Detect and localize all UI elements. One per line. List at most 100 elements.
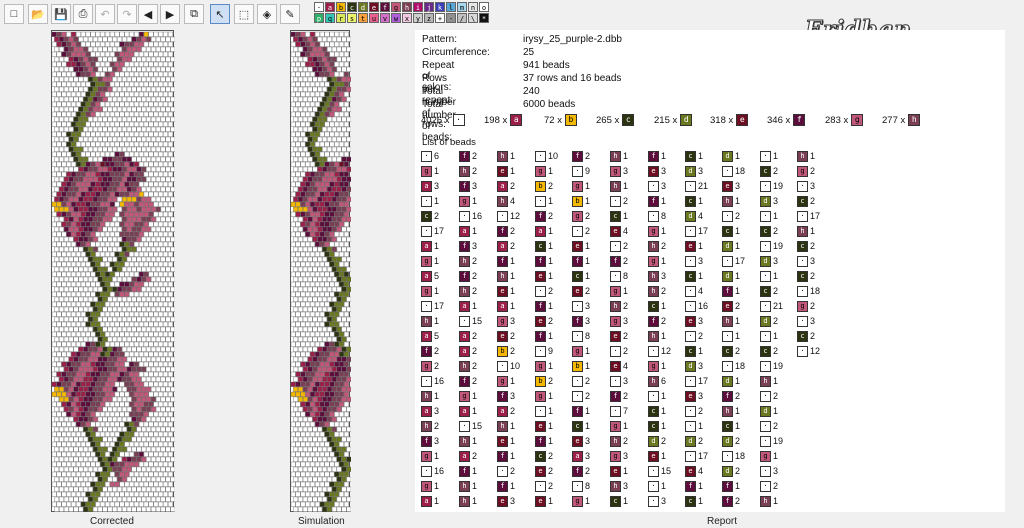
bead-cell[interactable] xyxy=(61,271,67,277)
bead-cell[interactable] xyxy=(143,441,149,447)
bead-cell[interactable] xyxy=(107,196,113,202)
bead-cell[interactable] xyxy=(131,306,137,312)
bead-cell[interactable] xyxy=(122,366,127,372)
bead-cell[interactable] xyxy=(88,436,93,442)
bead-cell[interactable] xyxy=(134,451,139,457)
bead-cell[interactable] xyxy=(117,146,122,152)
bead-cell[interactable] xyxy=(66,351,72,357)
bead-cell[interactable] xyxy=(92,416,98,422)
bead-cell[interactable] xyxy=(126,466,132,472)
bead-cell[interactable] xyxy=(163,371,168,377)
bead-cell[interactable] xyxy=(327,236,332,242)
bead-cell[interactable] xyxy=(293,296,299,302)
bead-cell[interactable] xyxy=(322,46,328,52)
bead-cell[interactable] xyxy=(302,296,308,302)
bead-cell[interactable] xyxy=(327,186,332,192)
bead-cell[interactable] xyxy=(95,191,101,197)
bead-cell[interactable] xyxy=(112,166,118,172)
bead-cell[interactable] xyxy=(97,126,103,132)
bead-cell[interactable] xyxy=(124,261,130,267)
bead-cell[interactable] xyxy=(90,371,96,377)
bead-cell[interactable] xyxy=(85,121,91,127)
bead-cell[interactable] xyxy=(78,236,84,242)
bead-cell[interactable] xyxy=(165,296,171,302)
bead-cell[interactable] xyxy=(302,366,308,372)
palette-color-16[interactable]: p xyxy=(314,13,324,23)
bead-cell[interactable] xyxy=(153,401,159,407)
bead-cell[interactable] xyxy=(163,411,168,417)
bead-cell[interactable] xyxy=(68,326,74,332)
bead-cell[interactable] xyxy=(143,331,149,337)
bead-cell[interactable] xyxy=(126,216,132,222)
bead-cell[interactable] xyxy=(122,76,127,82)
bead-cell[interactable] xyxy=(160,426,166,432)
bead-cell[interactable] xyxy=(78,286,84,292)
bead-cell[interactable] xyxy=(138,411,144,417)
bead-cell[interactable] xyxy=(92,36,98,42)
bead-cell[interactable] xyxy=(66,241,72,247)
bead-cell[interactable] xyxy=(63,86,69,92)
bead-cell[interactable] xyxy=(143,221,149,227)
bead-cell[interactable] xyxy=(71,201,76,207)
bead-cell[interactable] xyxy=(59,216,64,222)
bead-cell[interactable] xyxy=(158,281,164,287)
bead-cell[interactable] xyxy=(126,66,132,72)
bead-cell[interactable] xyxy=(92,116,98,122)
bead-cell[interactable] xyxy=(148,121,154,127)
bead-cell[interactable] xyxy=(119,121,125,127)
bead-cell[interactable] xyxy=(109,401,115,407)
bead-cell[interactable] xyxy=(170,286,175,292)
bead-cell[interactable] xyxy=(97,146,103,152)
bead-cell[interactable] xyxy=(163,61,168,67)
bead-cell[interactable] xyxy=(295,361,301,367)
bead-cell[interactable] xyxy=(322,86,328,92)
bead-cell[interactable] xyxy=(314,501,320,507)
bead-cell[interactable] xyxy=(170,216,175,222)
bead-cell[interactable] xyxy=(170,336,175,342)
bead-cell[interactable] xyxy=(78,216,84,222)
bead-cell[interactable] xyxy=(298,266,303,272)
bead-cell[interactable] xyxy=(155,426,161,432)
bead-cell[interactable] xyxy=(138,431,144,437)
bead-cell[interactable] xyxy=(97,106,103,112)
bead-cell[interactable] xyxy=(336,56,342,62)
bead-cell[interactable] xyxy=(68,96,74,102)
bead-cell[interactable] xyxy=(322,396,328,402)
bead-cell[interactable] xyxy=(90,411,96,417)
bead-cell[interactable] xyxy=(317,456,323,462)
bead-cell[interactable] xyxy=(63,506,69,512)
bead-cell[interactable] xyxy=(146,186,151,192)
bead-cell[interactable] xyxy=(310,261,315,267)
bead-cell[interactable] xyxy=(126,356,132,362)
bead-cell[interactable] xyxy=(307,46,313,52)
bead-cell[interactable] xyxy=(63,306,69,312)
bead-cell[interactable] xyxy=(146,376,151,382)
bead-cell[interactable] xyxy=(131,36,137,42)
bead-cell[interactable] xyxy=(76,51,81,57)
bead-cell[interactable] xyxy=(322,266,328,272)
bead-cell[interactable] xyxy=(100,231,106,237)
bead-cell[interactable] xyxy=(124,161,130,167)
bead-cell[interactable] xyxy=(124,251,130,257)
bead-cell[interactable] xyxy=(126,476,132,482)
bead-cell[interactable] xyxy=(324,311,330,317)
bead-cell[interactable] xyxy=(126,116,132,122)
bead-cell[interactable] xyxy=(83,326,89,332)
bead-cell[interactable] xyxy=(148,191,154,197)
bead-cell[interactable] xyxy=(160,136,166,142)
bead-cell[interactable] xyxy=(148,31,154,37)
bead-cell[interactable] xyxy=(107,356,113,362)
bead-cell[interactable] xyxy=(117,446,122,452)
bead-cell[interactable] xyxy=(129,481,135,487)
bead-cell[interactable] xyxy=(143,401,149,407)
bead-cell[interactable] xyxy=(312,126,318,132)
bead-cell[interactable] xyxy=(312,116,318,122)
bead-cell[interactable] xyxy=(339,271,344,277)
bead-cell[interactable] xyxy=(112,326,118,332)
bead-cell[interactable] xyxy=(105,71,110,77)
bead-cell[interactable] xyxy=(131,416,137,422)
bead-cell[interactable] xyxy=(167,131,173,137)
bead-cell[interactable] xyxy=(148,321,154,327)
bead-cell[interactable] xyxy=(151,456,156,462)
bead-cell[interactable] xyxy=(322,106,328,112)
